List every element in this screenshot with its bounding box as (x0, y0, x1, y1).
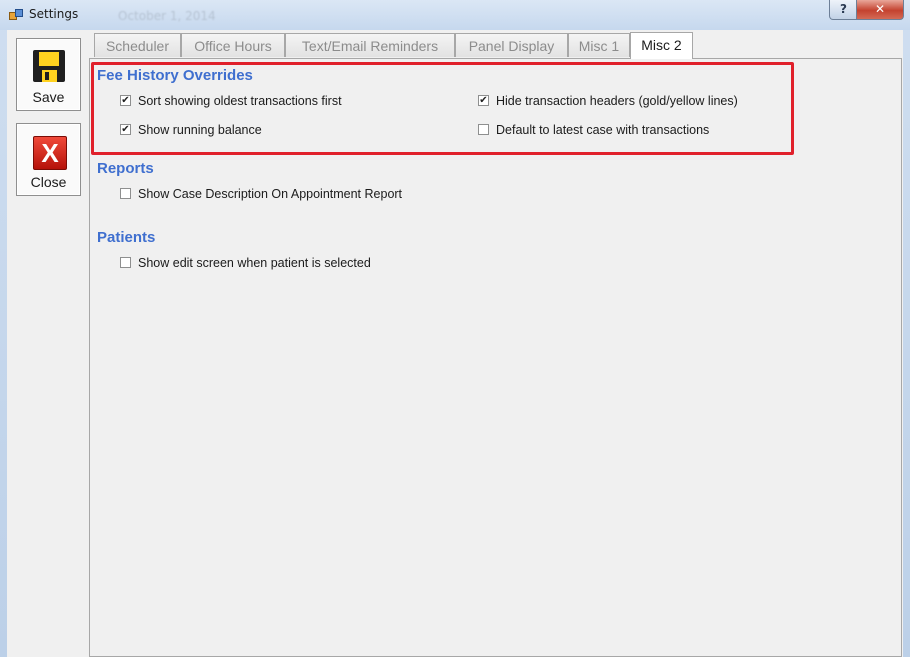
checkbox-box[interactable] (120, 188, 131, 199)
close-button[interactable]: X Close (16, 123, 81, 196)
tab-misc-1[interactable]: Misc 1 (568, 33, 630, 57)
sidebar: Save X Close (8, 30, 89, 657)
title-bar[interactable]: Settings October 1, 2014 ? ✕ (0, 0, 910, 30)
settings-window: Settings October 1, 2014 ? ✕ Save X Clos… (0, 0, 910, 657)
checkbox-label: Show edit screen when patient is selecte… (138, 256, 371, 270)
app-icon (9, 9, 23, 20)
patients-heading: Patients (97, 229, 156, 246)
checkbox-label: Show Case Description On Appointment Rep… (138, 187, 403, 201)
close-label: Close (30, 174, 67, 190)
title-background-text: October 1, 2014 (118, 9, 216, 23)
floppy-disk-icon (33, 50, 65, 82)
window-title: Settings (29, 7, 79, 21)
tab-misc-2[interactable]: Misc 2 (630, 32, 693, 59)
red-highlight-box (91, 62, 794, 155)
checkbox-box[interactable] (120, 257, 131, 268)
tab-scheduler[interactable]: Scheduler (94, 33, 181, 57)
save-button[interactable]: Save (16, 38, 81, 111)
tab-office-hours[interactable]: Office Hours (181, 33, 285, 57)
help-button[interactable]: ? (829, 0, 858, 20)
reports-heading: Reports (97, 160, 154, 177)
window-close-button[interactable]: ✕ (856, 0, 904, 20)
save-label: Save (32, 89, 65, 105)
tab-text-email-reminders[interactable]: Text/Email Reminders (285, 33, 455, 57)
tab-panel-display[interactable]: Panel Display (455, 33, 568, 57)
close-x-icon: X (33, 136, 67, 170)
